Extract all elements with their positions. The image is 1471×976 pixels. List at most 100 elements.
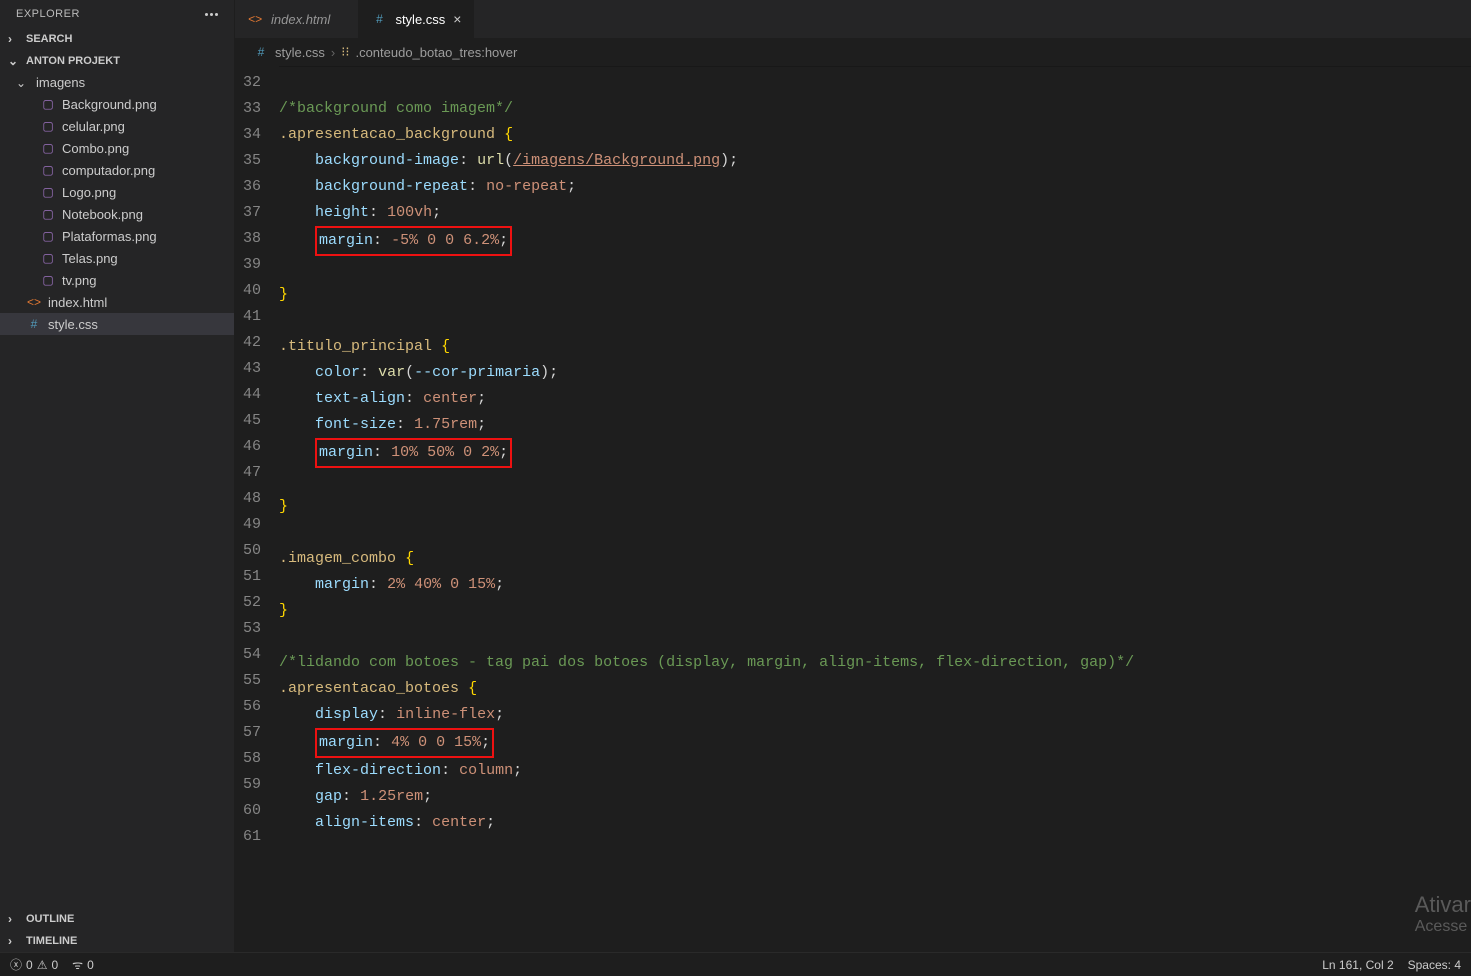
file-celular-png[interactable]: ▢ celular.png	[0, 115, 234, 137]
folder-imagens[interactable]: ⌄ imagens	[0, 72, 234, 93]
file-tree: ⌄ imagens ▢Background.png ▢ celular.png ▢ Co…	[0, 72, 234, 908]
code-line[interactable]	[279, 624, 1471, 650]
project-label: ANTON PROJEKT	[26, 55, 120, 67]
code-line[interactable]: background-image: url(/imagens/Backgroun…	[279, 148, 1471, 174]
file-telas-png[interactable]: ▢ Telas.png	[0, 247, 234, 269]
status-cursor[interactable]: Ln 161, Col 2	[1322, 958, 1393, 972]
chevron-right-icon: ›	[8, 934, 22, 948]
breadcrumb-file: style.css	[275, 45, 325, 60]
code-line[interactable]: .imagem_combo {	[279, 546, 1471, 572]
search-label: SEARCH	[26, 33, 72, 45]
image-icon: ▢	[40, 228, 56, 244]
code-line[interactable]: .apresentacao_botoes {	[279, 676, 1471, 702]
code-content[interactable]: /*background como imagem*/.apresentacao_…	[279, 66, 1471, 952]
image-icon: ▢	[40, 272, 56, 288]
html-icon: <>	[247, 11, 263, 27]
code-line[interactable]: /*lidando com botoes - tag pai dos botoe…	[279, 650, 1471, 676]
image-icon: ▢	[40, 206, 56, 222]
code-line[interactable]: margin: 10% 50% 0 2%;	[279, 438, 1471, 468]
line-gutter: 3233343536373839404142434445464748495051…	[235, 66, 279, 952]
sidebar: EXPLORER › SEARCH ⌄ ANTON PROJEKT ⌄ imag…	[0, 0, 235, 952]
chevron-right-icon: ›	[331, 45, 335, 60]
code-line[interactable]	[279, 520, 1471, 546]
file-label: Telas.png	[62, 251, 118, 266]
file-computador-png[interactable]: ▢ computador.png	[0, 159, 234, 181]
code-line[interactable]: align-items: center;	[279, 810, 1471, 836]
code-line[interactable]: }	[279, 494, 1471, 520]
code-line[interactable]: .titulo_principal {	[279, 334, 1471, 360]
chevron-down-icon: ⌄	[8, 54, 22, 68]
outline-section[interactable]: › OUTLINE	[0, 908, 234, 930]
status-bar: ⓧ0 ⚠0 ᯤ0 Ln 161, Col 2 Spaces: 4	[0, 952, 1471, 976]
code-line[interactable]: display: inline-flex;	[279, 702, 1471, 728]
css-icon: #	[253, 44, 269, 60]
more-icon[interactable]	[205, 13, 218, 16]
code-line[interactable]	[279, 70, 1471, 96]
file-logo-png[interactable]: ▢Logo.png	[0, 181, 234, 203]
code-line[interactable]: margin: 2% 40% 0 15%;	[279, 572, 1471, 598]
file-label: Combo.png	[62, 141, 129, 156]
file-notebook-png[interactable]: ▢ Notebook.png	[0, 203, 234, 225]
status-problems[interactable]: ⓧ0 ⚠0	[10, 956, 58, 973]
status-spaces[interactable]: Spaces: 4	[1408, 958, 1461, 972]
file-label: Plataformas.png	[62, 229, 157, 244]
code-line[interactable]: color: var(--cor-primaria);	[279, 360, 1471, 386]
code-line[interactable]: }	[279, 598, 1471, 624]
image-icon: ▢	[40, 250, 56, 266]
code-line[interactable]: gap: 1.25rem;	[279, 784, 1471, 810]
chevron-right-icon: ›	[8, 32, 22, 46]
timeline-section[interactable]: › TIMELINE	[0, 930, 234, 952]
image-icon: ▢	[40, 140, 56, 156]
close-icon[interactable]: ×	[453, 11, 461, 27]
code-area[interactable]: 3233343536373839404142434445464748495051…	[235, 66, 1471, 952]
chevron-right-icon: ›	[8, 912, 22, 926]
image-icon: ▢	[40, 162, 56, 178]
code-line[interactable]: height: 100vh;	[279, 200, 1471, 226]
tab-index-html[interactable]: <> index.html ×	[235, 0, 359, 38]
code-line[interactable]: flex-direction: column;	[279, 758, 1471, 784]
file-tv-png[interactable]: ▢ tv.png	[0, 269, 234, 291]
symbol-icon: ⁝⁝	[341, 44, 349, 60]
file-index-html[interactable]: <> index.html	[0, 291, 234, 313]
file-plataformas-png[interactable]: ▢ Plataformas.png	[0, 225, 234, 247]
code-line[interactable]	[279, 256, 1471, 282]
outline-label: OUTLINE	[26, 913, 74, 925]
file-label: tv.png	[62, 273, 96, 288]
file-style-css[interactable]: # style.css	[0, 313, 234, 335]
file-label: index.html	[48, 295, 107, 310]
code-line[interactable]	[279, 836, 1471, 862]
status-port[interactable]: ᯤ0	[72, 956, 94, 973]
image-icon: ▢	[40, 184, 56, 200]
search-section[interactable]: › SEARCH	[0, 28, 234, 50]
tab-label: style.css	[395, 12, 445, 27]
file-label: Notebook.png	[62, 207, 143, 222]
code-line[interactable]: /*background como imagem*/	[279, 96, 1471, 122]
css-icon: #	[371, 11, 387, 27]
code-line[interactable]	[279, 308, 1471, 334]
image-icon: ▢	[40, 118, 56, 134]
breadcrumb-symbol: .conteudo_botao_tres:hover	[355, 45, 517, 60]
file-label: style.css	[48, 317, 98, 332]
css-icon: #	[26, 316, 42, 332]
html-icon: <>	[26, 294, 42, 310]
file-combo-png[interactable]: ▢ Combo.png	[0, 137, 234, 159]
code-line[interactable]: }	[279, 282, 1471, 308]
file-background-png[interactable]: ▢Background.png	[0, 93, 234, 115]
tab-style-css[interactable]: # style.css ×	[359, 0, 474, 38]
code-line[interactable]: text-align: center;	[279, 386, 1471, 412]
code-line[interactable]: background-repeat: no-repeat;	[279, 174, 1471, 200]
project-section[interactable]: ⌄ ANTON PROJEKT	[0, 50, 234, 72]
code-line[interactable]: .apresentacao_background {	[279, 122, 1471, 148]
file-label: celular.png	[62, 119, 125, 134]
code-line[interactable]	[279, 468, 1471, 494]
code-line[interactable]: margin: -5% 0 0 6.2%;	[279, 226, 1471, 256]
breadcrumb[interactable]: # style.css › ⁝⁝ .conteudo_botao_tres:ho…	[235, 38, 1471, 66]
chevron-down-icon: ⌄	[16, 76, 30, 90]
tabs-bar: <> index.html × # style.css ×	[235, 0, 1471, 38]
radio-icon: ᯤ	[72, 956, 83, 973]
tab-label: index.html	[271, 12, 330, 27]
folder-label: imagens	[36, 75, 85, 90]
code-line[interactable]: font-size: 1.75rem;	[279, 412, 1471, 438]
code-line[interactable]: margin: 4% 0 0 15%;	[279, 728, 1471, 758]
file-label: computador.png	[62, 163, 155, 178]
